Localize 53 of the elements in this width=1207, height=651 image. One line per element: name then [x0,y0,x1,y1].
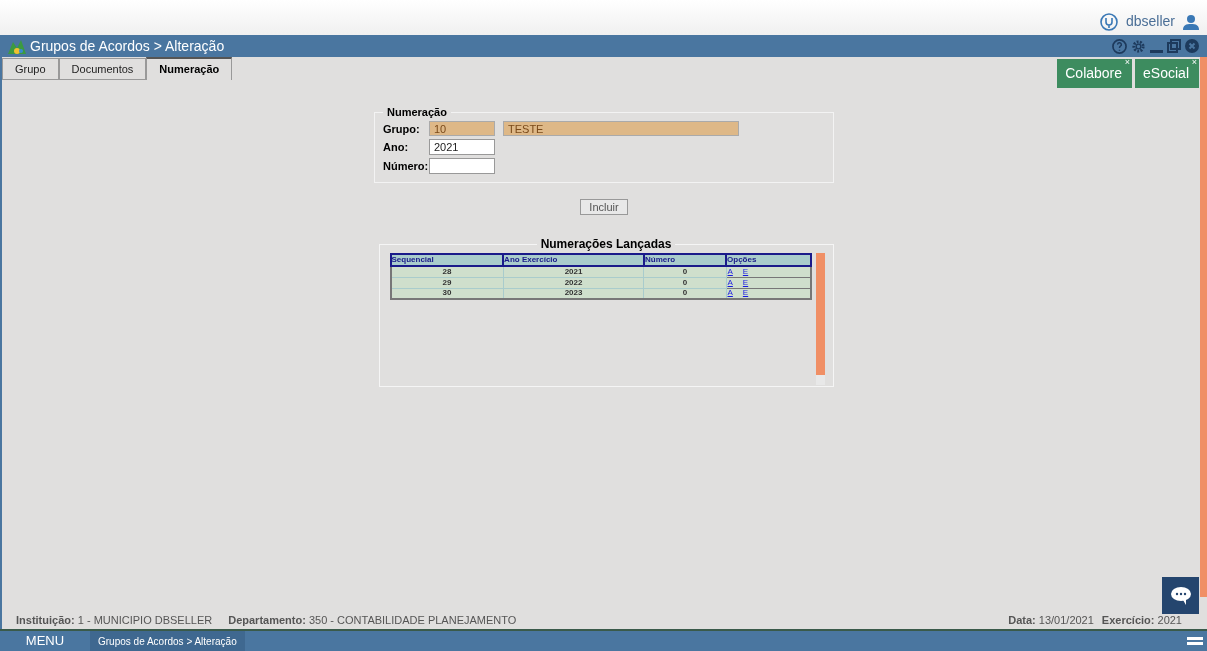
settings-icon[interactable] [1131,38,1146,54]
link[interactable]: A [727,288,733,298]
table-cell: 28 [390,266,504,277]
column-header: Opções [726,254,811,266]
table-cell: 0 [644,288,726,299]
chat-button[interactable] [1162,577,1199,614]
restore-icon[interactable] [1167,39,1181,53]
close-icon[interactable]: × [1124,56,1131,70]
app-logo-icon [8,38,26,54]
tab[interactable]: Documentos [58,58,147,80]
tab[interactable]: Grupo [2,58,59,80]
window-title: Grupos de Acordos > Alteração [30,36,225,56]
link[interactable]: E [742,266,749,276]
column-header: Número [644,254,726,266]
field-label: Número: [383,158,425,174]
tab[interactable]: Numeração [146,57,233,80]
username: dbseller [1125,12,1175,31]
chat-icon [1169,585,1192,606]
close-icon[interactable]: × [1191,56,1197,70]
taskbar-item[interactable]: Grupos de Acordos > Alteração [90,631,245,651]
table-title: Numerações Lançadas [539,236,673,253]
table-cell: 0 [644,266,726,277]
table-cell: 2021 [503,266,644,277]
status-text: Exercício: 2021 [1101,612,1182,628]
table-cell: 30 [390,288,504,299]
menu-button[interactable]: MENU [0,631,90,651]
user-icon[interactable] [1183,13,1199,30]
close-icon[interactable] [1185,39,1199,53]
field-label: Ano: [383,140,410,155]
link[interactable]: A [727,266,733,276]
input-field[interactable]: 2021 [429,139,495,156]
form-legend: Numeração [383,104,451,121]
table-cell: 29 [390,277,504,288]
support-icon[interactable] [1099,12,1118,31]
help-icon[interactable] [1112,38,1127,54]
input-field[interactable] [429,157,495,174]
shortcut-button[interactable]: Colabore × [1057,59,1133,88]
status-text: Departamento: 350 - CONTABILIDADE PLANEJAMENTO [228,612,517,628]
table-cell: 0 [644,277,726,288]
status-text: Instituição: 1 - MUNICIPIO DBSELLER [16,612,213,628]
status-text: Data: 13/01/2021 [1008,612,1094,628]
link[interactable]: E [742,288,749,298]
include-button[interactable]: Incluir [580,199,628,215]
field-label: Grupo: [383,121,421,137]
link[interactable]: A [727,277,733,287]
column-header: Sequencial [390,254,504,266]
link[interactable]: E [742,277,749,287]
column-header: Ano Exercício [503,254,644,266]
table-cell: 2022 [503,277,644,288]
shortcut-button[interactable]: eSocial × [1135,59,1199,88]
description-field: TESTE [503,121,739,137]
menu-icon[interactable] [1187,635,1203,647]
table-cell: 2023 [503,288,644,299]
